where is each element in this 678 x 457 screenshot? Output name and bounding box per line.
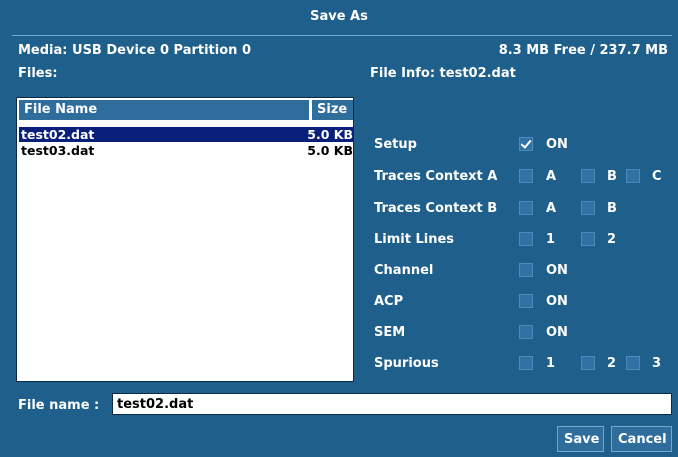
file-name-input[interactable] — [112, 393, 672, 415]
spurious-2-checkbox[interactable] — [581, 356, 595, 370]
traces-context-b-b-checkbox[interactable] — [581, 201, 595, 215]
traces-context-a-b-checkbox[interactable] — [581, 169, 595, 183]
file-row-size: 5.0 KB — [307, 127, 353, 142]
option-label-limit-lines: Limit Lines — [374, 232, 455, 247]
option-label-traces-context-b: Traces Context B — [374, 201, 498, 216]
spurious-1-checkbox[interactable] — [519, 356, 533, 370]
limit-lines-2-checkbox[interactable] — [581, 232, 595, 246]
media-label: Media: USB Device 0 Partition 0 — [18, 43, 251, 58]
checkbox-label: C — [652, 169, 662, 184]
file-list[interactable]: File Name Size test02.dat 5.0 KB test03.… — [16, 97, 354, 382]
file-list-header: File Name Size — [17, 98, 353, 120]
traces-context-b-a-checkbox[interactable] — [519, 201, 533, 215]
checkbox-label: 1 — [546, 232, 556, 247]
file-info-label: File Info: — [370, 66, 436, 81]
checkbox-label: ON — [546, 263, 568, 278]
dialog-title: Save As — [310, 9, 368, 24]
setup-on-checkbox[interactable] — [519, 137, 533, 151]
file-row-name: test02.dat — [21, 127, 95, 142]
checkbox-label: ON — [546, 325, 568, 340]
option-label-channel: Channel — [374, 263, 434, 278]
checkbox-label: A — [546, 201, 557, 216]
checkbox-label: B — [607, 201, 617, 216]
sem-on-checkbox[interactable] — [519, 325, 533, 339]
checkbox-label: A — [546, 169, 557, 184]
file-info-file: test02.dat — [439, 66, 516, 81]
checkbox-label: 2 — [607, 232, 617, 247]
channel-on-checkbox[interactable] — [519, 263, 533, 277]
cancel-button[interactable]: Cancel — [611, 426, 672, 452]
checkbox-label: ON — [546, 294, 568, 309]
checkbox-label: 1 — [546, 356, 556, 371]
files-label: Files: — [18, 66, 58, 81]
file-row[interactable]: test03.dat 5.0 KB — [19, 143, 353, 158]
file-row-size: 5.0 KB — [307, 143, 353, 158]
option-label-setup: Setup — [374, 137, 417, 152]
file-info: File Info: test02.dat — [370, 66, 516, 81]
save-button[interactable]: Save — [557, 426, 604, 452]
spurious-3-checkbox[interactable] — [626, 356, 640, 370]
file-row-name: test03.dat — [21, 143, 95, 158]
title-separator — [12, 35, 672, 36]
file-name-label: File name : — [18, 398, 100, 413]
free-space-label: 8.3 MB Free / 237.7 MB — [498, 43, 668, 58]
acp-on-checkbox[interactable] — [519, 294, 533, 308]
traces-context-a-c-checkbox[interactable] — [626, 169, 640, 183]
file-row[interactable]: test02.dat 5.0 KB — [19, 127, 353, 142]
limit-lines-1-checkbox[interactable] — [519, 232, 533, 246]
traces-context-a-a-checkbox[interactable] — [519, 169, 533, 183]
option-label-acp: ACP — [374, 294, 404, 309]
save-as-dialog: Save As Media: USB Device 0 Partition 0 … — [0, 0, 678, 457]
checkbox-label: B — [607, 169, 617, 184]
option-label-spurious: Spurious — [374, 356, 439, 371]
option-label-traces-context-a: Traces Context A — [374, 169, 498, 184]
option-label-sem: SEM — [374, 325, 406, 340]
checkbox-label: 3 — [652, 356, 662, 371]
column-header-size[interactable]: Size — [312, 100, 353, 120]
checkbox-label: ON — [546, 137, 568, 152]
column-header-file-name[interactable]: File Name — [19, 100, 309, 120]
checkbox-label: 2 — [607, 356, 617, 371]
